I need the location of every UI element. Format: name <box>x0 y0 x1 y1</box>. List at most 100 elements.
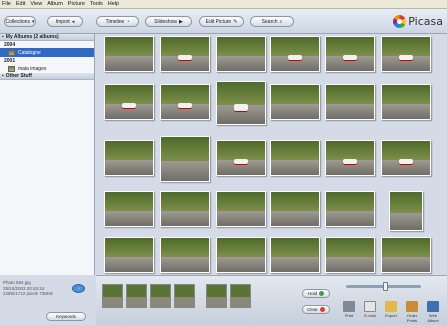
import-icon: ◂ <box>71 18 75 25</box>
picasa-logo: Picasa <box>393 15 443 28</box>
photo-tray: Hold Clear Print E-mail Export Order Pri… <box>96 275 447 325</box>
photo-thumbnail[interactable] <box>270 84 320 120</box>
web-album-button[interactable]: Web Album <box>424 301 442 323</box>
menu-file[interactable]: File <box>2 1 11 7</box>
export-label: Export <box>385 313 397 318</box>
tray-photo[interactable] <box>206 284 227 308</box>
album-thumb-icon <box>8 49 15 56</box>
photos-icon <box>406 301 418 312</box>
search-label: Search <box>261 18 278 25</box>
menu-bar: File Edit View Album Picture Tools Help <box>0 0 447 9</box>
tray-photo[interactable] <box>230 284 251 308</box>
tray-photo[interactable] <box>150 284 171 308</box>
photo-thumbnail[interactable] <box>160 191 210 227</box>
tray-photo[interactable] <box>174 284 195 308</box>
photo-thumbnail[interactable] <box>216 140 266 176</box>
group-other-stuff-label: Other Stuff <box>5 73 32 79</box>
photo-thumbnail[interactable] <box>381 237 431 273</box>
clear-button[interactable]: Clear <box>302 305 330 314</box>
photo-thumbnail[interactable] <box>270 140 320 176</box>
photo-thumbnail[interactable] <box>325 140 375 176</box>
order-prints-label: Order Prints <box>406 313 418 323</box>
email-label: E-mail <box>364 313 376 318</box>
hold-button[interactable]: Hold <box>302 289 330 298</box>
collapse-icon: ▪ <box>2 34 4 40</box>
printer-icon <box>343 301 355 312</box>
import-button[interactable]: Import ◂ <box>47 16 83 27</box>
clear-icon <box>319 307 325 312</box>
photo-thumbnail[interactable] <box>104 140 154 176</box>
album-maia-images[interactable]: maia images <box>0 64 94 73</box>
timeline-label: Timeline <box>105 18 125 25</box>
photo-thumbnail[interactable] <box>160 237 210 273</box>
photo-thumbnail[interactable] <box>216 36 266 72</box>
photo-thumbnail[interactable] <box>270 237 320 273</box>
photo-thumbnail[interactable] <box>104 237 154 273</box>
menu-edit[interactable]: Edit <box>16 1 25 7</box>
order-prints-button[interactable]: Order Prints <box>403 301 421 323</box>
group-other-stuff[interactable]: ▪ Other Stuff <box>0 73 94 80</box>
album-thumb-icon <box>8 65 15 72</box>
envelope-icon <box>364 301 376 312</box>
zoom-slider[interactable] <box>346 282 421 291</box>
group-my-albums[interactable]: ▪ My Albums (2 albums) <box>0 34 94 41</box>
export-button[interactable]: Export <box>382 301 400 318</box>
keywords-button[interactable]: Keywords <box>46 312 86 321</box>
timeline-button[interactable]: Timeline ◔ <box>96 16 139 27</box>
group-my-albums-label: My Albums (2 albums) <box>5 34 59 40</box>
tray-photo[interactable] <box>126 284 147 308</box>
photo-thumbnail[interactable] <box>160 136 210 182</box>
photo-thumbnail[interactable] <box>104 36 154 72</box>
search-icon: ⌕ <box>279 18 283 25</box>
picasa-window: File Edit View Album Picture Tools Help … <box>0 0 447 325</box>
photo-thumbnail[interactable] <box>381 84 431 120</box>
search-button[interactable]: Search ⌕ <box>250 16 294 27</box>
menu-tools[interactable]: Tools <box>90 1 103 7</box>
slideshow-label: Slideshow <box>154 18 177 25</box>
zoom-slider-knob[interactable] <box>383 282 388 291</box>
edit-picture-button[interactable]: Edit Picture ✎ <box>199 16 244 27</box>
photo-thumbnail[interactable] <box>216 81 266 125</box>
collections-button[interactable]: Collections ▾ <box>4 16 36 27</box>
album-maia-label: maia images <box>18 65 47 72</box>
photo-thumbnail[interactable] <box>104 84 154 120</box>
menu-view[interactable]: View <box>30 1 42 7</box>
email-button[interactable]: E-mail <box>361 301 379 318</box>
collections-label: Collections <box>5 18 30 25</box>
photo-thumbnail[interactable] <box>216 191 266 227</box>
picasa-wheel-icon <box>393 15 407 28</box>
photo-thumbnail[interactable] <box>270 36 320 72</box>
edit-picture-label: Edit Picture <box>205 18 232 25</box>
print-label: Print <box>344 313 354 318</box>
photo-thumbnail[interactable] <box>104 191 154 227</box>
menu-picture[interactable]: Picture <box>68 1 85 7</box>
photo-thumbnail[interactable] <box>389 191 423 231</box>
photo-thumbnail[interactable] <box>381 140 431 176</box>
menu-album[interactable]: Album <box>47 1 63 7</box>
hold-label: Hold <box>307 291 318 296</box>
app-name: Picasa <box>408 15 443 28</box>
print-button[interactable]: Print <box>340 301 358 318</box>
photo-thumbnail[interactable] <box>270 191 320 227</box>
photo-info: Photo 584.jpg 28/10/2003 20:45:24 2288x1… <box>3 280 53 297</box>
album-catalogne-label: Catalogne <box>18 49 41 56</box>
photo-size: 2288x1712 pixels 738KB <box>3 291 53 296</box>
photo-thumbnail[interactable] <box>325 84 375 120</box>
photo-grid <box>96 34 447 275</box>
photo-thumbnail[interactable] <box>160 84 210 120</box>
photo-thumbnail[interactable] <box>381 36 431 72</box>
toolbar: Collections ▾ Import ◂ Timeline ◔ Slideshow… <box>0 9 447 34</box>
web-album-icon <box>427 301 439 312</box>
photo-thumbnail[interactable] <box>160 36 210 72</box>
photo-thumbnail[interactable] <box>325 237 375 273</box>
help-icon[interactable]: ? <box>72 284 85 293</box>
slideshow-button[interactable]: Slideshow ▶ <box>145 16 192 27</box>
clear-label: Clear <box>307 307 318 312</box>
photo-thumbnail[interactable] <box>216 237 266 273</box>
photo-thumbnail[interactable] <box>325 36 375 72</box>
menu-help[interactable]: Help <box>108 1 119 7</box>
photo-thumbnail[interactable] <box>325 191 375 227</box>
album-catalogne[interactable]: Catalogne <box>0 48 94 57</box>
tray-photo[interactable] <box>102 284 123 308</box>
year-2004-label: 2004 <box>4 41 16 48</box>
